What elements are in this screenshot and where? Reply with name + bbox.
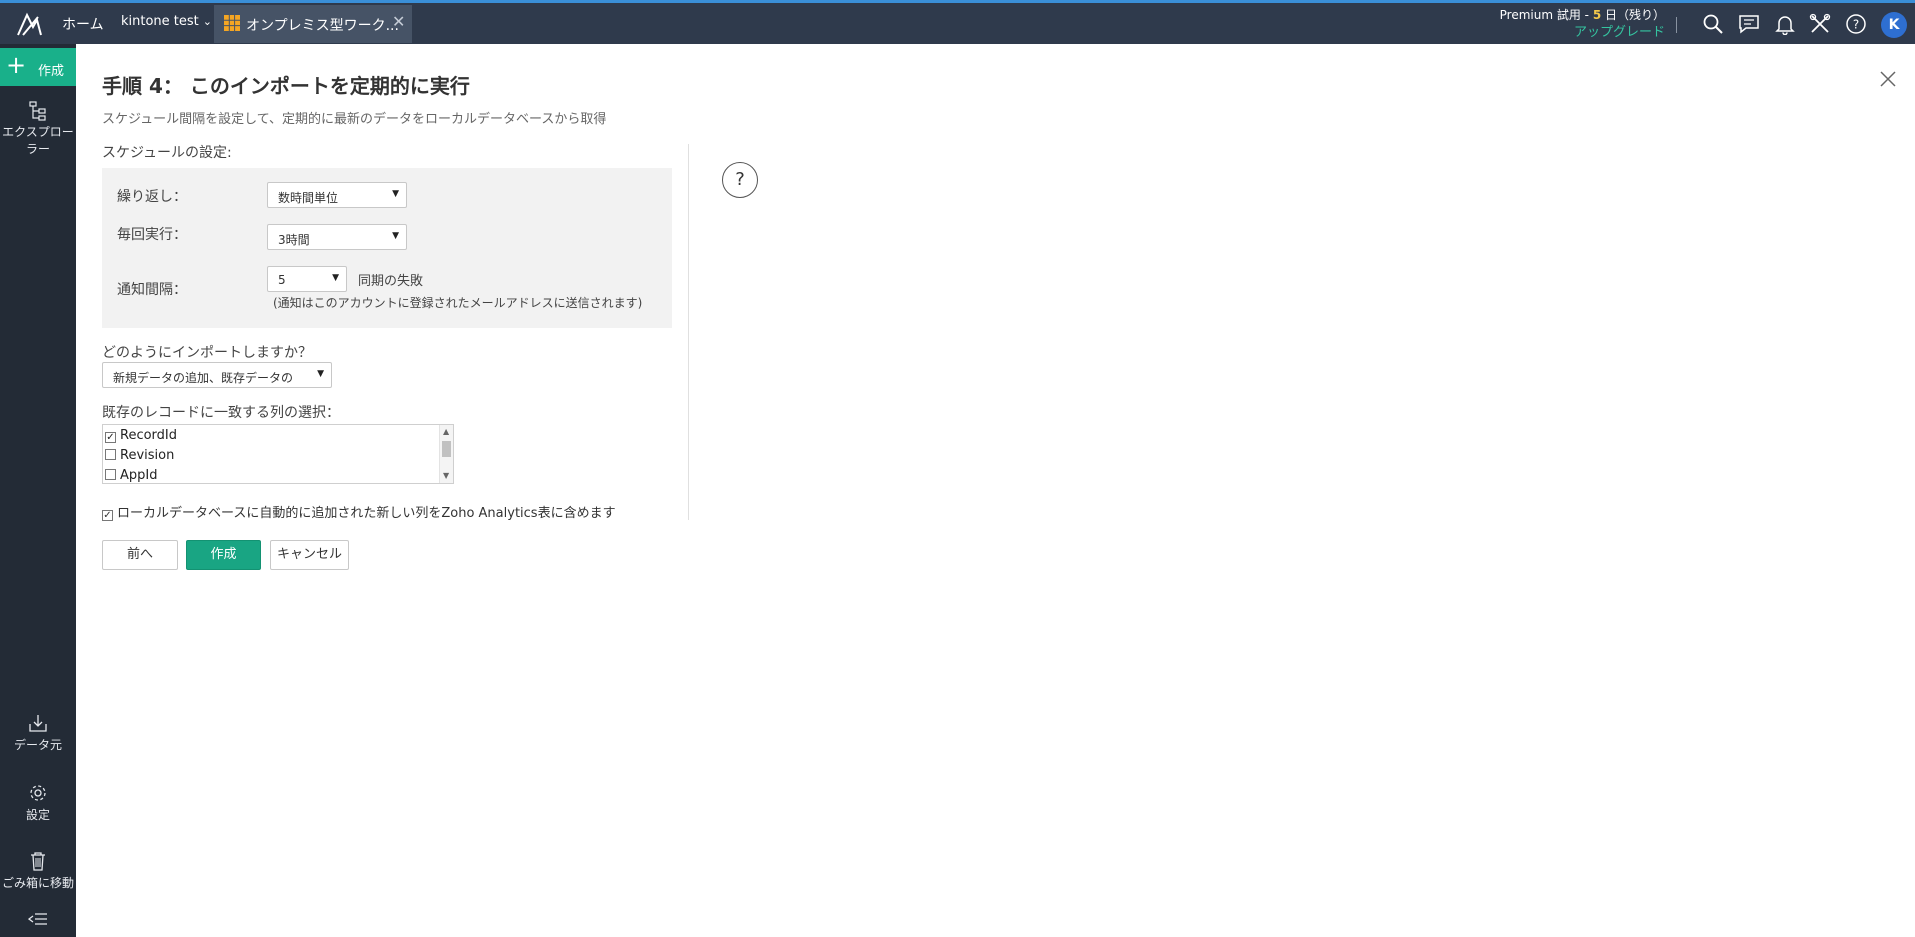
collapse-sidebar-icon[interactable] (28, 911, 48, 927)
sidebar-item-datasource[interactable]: データ元 (0, 712, 76, 753)
gear-icon (30, 785, 46, 801)
dropdown-arrow-icon: ▼ (392, 231, 399, 241)
notify-label: 通知間隔： (117, 282, 187, 298)
help-icon[interactable]: ? (1845, 13, 1867, 35)
every-select-value: 3時間 (278, 233, 310, 247)
every-select[interactable]: 3時間 ▼ (267, 224, 407, 250)
import-icon (29, 715, 47, 732)
divider (1676, 17, 1677, 33)
schedule-section-label: スケジュールの設定: (102, 145, 232, 161)
sidebar-item-settings[interactable]: 設定 (0, 782, 76, 823)
vertical-divider (688, 144, 689, 520)
scroll-thumb[interactable] (442, 441, 451, 457)
avatar[interactable]: K (1881, 12, 1907, 38)
page-subtitle: スケジュール間隔を設定して、定期的に最新のデータをローカルデータベースから取得 (102, 112, 607, 127)
import-method-value: 新規データの追加、既存データの (113, 371, 294, 385)
bell-icon[interactable] (1774, 13, 1796, 35)
explorer-tree-icon (29, 101, 46, 121)
workspace-name: kintone test (121, 14, 199, 29)
table-icon (224, 15, 240, 31)
match-columns-list[interactable]: ✓ RecordId Revision AppId ▲ ▼ (102, 424, 454, 484)
scrollbar[interactable]: ▲ ▼ (439, 425, 453, 483)
nav-home[interactable]: ホーム (62, 14, 104, 34)
sidebar-item-label: 設定 (25, 808, 50, 822)
list-item[interactable]: ✓ RecordId (105, 428, 177, 443)
import-method-label: どのようにインポートしますか？ (102, 345, 312, 361)
notify-select-value: 5 (278, 273, 286, 287)
close-icon[interactable] (1879, 70, 1897, 88)
svg-text:?: ? (1853, 18, 1859, 32)
checkbox[interactable]: ✓ (102, 510, 113, 521)
app-logo-icon[interactable] (14, 9, 44, 39)
column-name: Revision (120, 448, 175, 463)
sidebar-item-label: データ元 (13, 738, 62, 752)
left-sidebar: + 作成 エクスプローラー データ元 設定 ごみ箱に移動 (0, 44, 76, 937)
scroll-down-icon[interactable]: ▼ (443, 471, 449, 480)
sidebar-item-label: エクスプローラー (2, 125, 74, 156)
every-label: 毎回実行： (117, 227, 187, 243)
dropdown-arrow-icon: ▼ (332, 273, 339, 283)
tab-close-icon[interactable]: ✕ (392, 12, 405, 31)
checkbox[interactable] (105, 469, 116, 480)
list-item[interactable]: Revision (105, 448, 174, 463)
sidebar-item-explorer[interactable]: エクスプローラー (0, 100, 76, 158)
chevron-down-icon: ⌄ (202, 15, 212, 28)
page-title: 手順 4： このインポートを定期的に実行 (102, 74, 470, 98)
trial-status: Premium 試用 - 5 日（残り） アップグレード (1500, 6, 1665, 42)
include-new-columns-option[interactable]: ✓ ローカルデータベースに自動的に追加された新しい列をZoho Analytics… (102, 502, 616, 521)
trial-days: 5 (1592, 8, 1602, 22)
tab-label: オンプレミス型ワーク... (246, 18, 399, 34)
tab-active[interactable]: オンプレミス型ワーク... ✕ (214, 5, 412, 43)
column-name: AppId (120, 468, 158, 483)
trial-text-post: 日（残り） (1601, 8, 1665, 22)
column-name: RecordId (120, 428, 178, 443)
include-new-columns-label: ローカルデータベースに自動的に追加された新しい列をZoho Analytics表… (117, 506, 616, 521)
repeat-label: 繰り返し： (117, 189, 187, 205)
create-submit-button[interactable]: 作成 (186, 540, 261, 570)
notify-select[interactable]: 5 ▼ (267, 266, 347, 292)
cancel-button[interactable]: キャンセル (270, 540, 349, 570)
match-columns-label: 既存のレコードに一致する列の選択： (102, 405, 340, 421)
search-icon[interactable] (1702, 13, 1724, 35)
plus-icon: + (6, 51, 27, 79)
notify-note: (通知はこのアカウントに登録されたメールアドレスに送信されます) (273, 296, 643, 310)
import-method-select[interactable]: 新規データの追加、既存データの ▼ (102, 362, 332, 388)
sidebar-item-label: ごみ箱に移動 (1, 876, 74, 890)
repeat-select[interactable]: 数時間単位 ▼ (267, 182, 407, 208)
checkbox[interactable]: ✓ (105, 432, 116, 443)
top-bar: ホーム kintone test ⌄ オンプレミス型ワーク... ✕ Premiu… (0, 0, 1915, 44)
tools-icon[interactable] (1809, 13, 1831, 35)
chat-icon[interactable] (1738, 13, 1760, 35)
prev-button[interactable]: 前へ (102, 540, 178, 570)
list-item[interactable]: AppId (105, 468, 157, 483)
trash-icon (31, 852, 45, 871)
sidebar-item-trash[interactable]: ごみ箱に移動 (0, 850, 76, 891)
dropdown-arrow-icon: ▼ (392, 189, 399, 199)
workspace-selector[interactable]: kintone test ⌄ (121, 14, 212, 29)
trial-text-pre: Premium 試用 - (1499, 8, 1593, 22)
create-label: 作成 (38, 64, 65, 79)
repeat-select-value: 数時間単位 (278, 191, 339, 205)
scroll-up-icon[interactable]: ▲ (443, 427, 449, 436)
notify-suffix: 同期の失敗 (358, 274, 424, 289)
create-button[interactable]: + 作成 (0, 48, 76, 86)
dropdown-arrow-icon: ▼ (317, 369, 324, 379)
help-button[interactable]: ? (722, 162, 758, 198)
upgrade-link[interactable]: アップグレード (1500, 24, 1665, 42)
checkbox[interactable] (105, 449, 116, 460)
